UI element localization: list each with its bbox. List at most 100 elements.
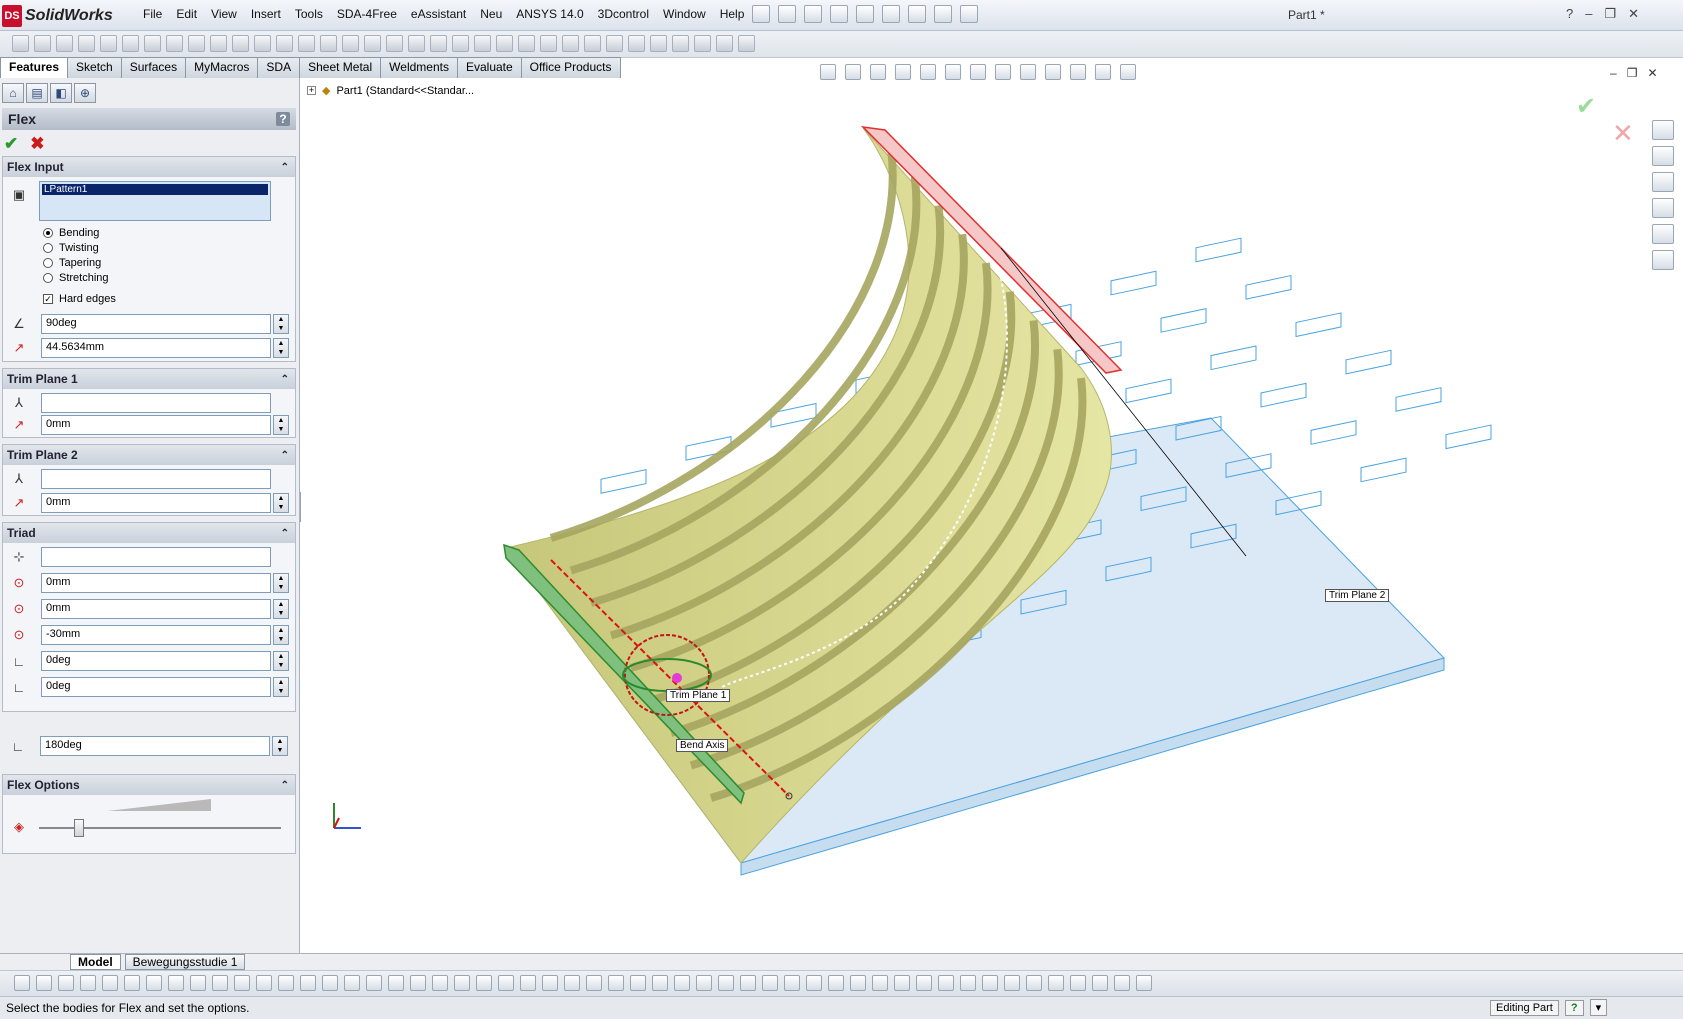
rebuild-icon[interactable] bbox=[908, 5, 926, 23]
camera-icon[interactable] bbox=[960, 5, 978, 23]
feature-tool-30-icon[interactable] bbox=[650, 35, 667, 52]
collapse-icon[interactable]: ⌃ bbox=[281, 374, 289, 385]
sketch-tool-44-icon[interactable] bbox=[960, 975, 976, 991]
collapse-icon[interactable]: ⌃ bbox=[281, 450, 289, 461]
angle-field[interactable]: 90deg bbox=[41, 314, 271, 334]
trim-plane-2-label[interactable]: Trim Plane 2 bbox=[1325, 589, 1390, 602]
dimxpert-tab-icon[interactable]: ⊕ bbox=[74, 83, 96, 103]
feature-tool-19-icon[interactable] bbox=[408, 35, 425, 52]
bend-axis-label[interactable]: Bend Axis bbox=[676, 739, 729, 752]
tab-motion-study[interactable]: Bewegungsstudie 1 bbox=[124, 954, 246, 970]
sketch-tool-26-icon[interactable] bbox=[564, 975, 580, 991]
radius-spinner[interactable]: ▲ ▼ bbox=[273, 338, 289, 358]
trim-plane-1-spinner[interactable]: ▲ ▼ bbox=[273, 415, 289, 435]
menu-view[interactable]: View bbox=[204, 7, 244, 21]
bodies-selection-box[interactable]: LPattern1 bbox=[39, 181, 271, 221]
menu-edit[interactable]: Edit bbox=[169, 7, 204, 21]
sketch-tool-25-icon[interactable] bbox=[542, 975, 558, 991]
triad-z-field[interactable]: -30mm bbox=[41, 625, 271, 645]
help-button[interactable]: ? bbox=[276, 112, 290, 126]
sketch-tool-14-icon[interactable] bbox=[300, 975, 316, 991]
flex-input-header[interactable]: Flex Input ⌃ bbox=[3, 157, 295, 177]
tab-sheet-metal[interactable]: Sheet Metal bbox=[299, 57, 382, 78]
sketch-tool-24-icon[interactable] bbox=[520, 975, 536, 991]
feature-tool-7-icon[interactable] bbox=[144, 35, 161, 52]
sketch-tool-18-icon[interactable] bbox=[388, 975, 404, 991]
feature-tool-8-icon[interactable] bbox=[166, 35, 183, 52]
sketch-tool-46-icon[interactable] bbox=[1004, 975, 1020, 991]
sketch-tool-23-icon[interactable] bbox=[498, 975, 514, 991]
menu-help[interactable]: Help bbox=[713, 7, 752, 21]
sketch-tool-1-icon[interactable] bbox=[14, 975, 30, 991]
tab-sketch[interactable]: Sketch bbox=[67, 57, 122, 78]
sketch-tool-51-icon[interactable] bbox=[1114, 975, 1130, 991]
triad-rot-z-field[interactable]: 180deg bbox=[40, 736, 270, 756]
sketch-tool-47-icon[interactable] bbox=[1026, 975, 1042, 991]
feature-tool-24-icon[interactable] bbox=[518, 35, 535, 52]
collapse-icon[interactable]: ⌃ bbox=[281, 528, 289, 539]
sketch-tool-19-icon[interactable] bbox=[410, 975, 426, 991]
tab-surfaces[interactable]: Surfaces bbox=[120, 57, 187, 78]
feature-tool-33-icon[interactable] bbox=[716, 35, 733, 52]
sketch-tool-52-icon[interactable] bbox=[1136, 975, 1152, 991]
triad-header[interactable]: Triad ⌃ bbox=[3, 523, 295, 543]
feature-tool-32-icon[interactable] bbox=[694, 35, 711, 52]
sketch-tool-38-icon[interactable] bbox=[828, 975, 844, 991]
feature-tool-25-icon[interactable] bbox=[540, 35, 557, 52]
feature-tool-20-icon[interactable] bbox=[430, 35, 447, 52]
sketch-tool-43-icon[interactable] bbox=[938, 975, 954, 991]
help-icon[interactable]: ? bbox=[1566, 6, 1573, 22]
stretching-radio[interactable]: Stretching bbox=[43, 272, 109, 284]
sketch-tool-4-icon[interactable] bbox=[80, 975, 96, 991]
menu-eassistant[interactable]: eAssistant bbox=[404, 7, 473, 21]
collapse-icon[interactable]: ⌃ bbox=[281, 780, 289, 791]
trim-plane-1-reference[interactable] bbox=[41, 393, 271, 413]
save-icon[interactable] bbox=[804, 5, 822, 23]
feature-tool-26-icon[interactable] bbox=[562, 35, 579, 52]
tab-features[interactable]: Features bbox=[0, 57, 69, 78]
sketch-tool-37-icon[interactable] bbox=[806, 975, 822, 991]
trim-plane-2-reference[interactable] bbox=[41, 469, 271, 489]
feature-tool-1-icon[interactable] bbox=[12, 35, 29, 52]
triad-rot-z-spinner[interactable]: ▲ ▼ bbox=[272, 736, 288, 756]
tab-model[interactable]: Model bbox=[70, 954, 121, 970]
feature-tool-34-icon[interactable] bbox=[738, 35, 755, 52]
triad-rot-x-field[interactable]: 0deg bbox=[41, 651, 271, 671]
feature-tool-2-icon[interactable] bbox=[34, 35, 51, 52]
sketch-tool-20-icon[interactable] bbox=[432, 975, 448, 991]
trim-plane-2-header[interactable]: Trim Plane 2 ⌃ bbox=[3, 445, 295, 465]
undo-icon[interactable] bbox=[856, 5, 874, 23]
feature-tool-3-icon[interactable] bbox=[56, 35, 73, 52]
feature-manager-tab-icon[interactable]: ⌂ bbox=[2, 83, 24, 103]
triad-rot-y-field[interactable]: 0deg bbox=[41, 677, 271, 697]
cancel-x-icon[interactable]: ✖ bbox=[30, 134, 44, 154]
sketch-tool-22-icon[interactable] bbox=[476, 975, 492, 991]
sketch-tool-30-icon[interactable] bbox=[652, 975, 668, 991]
flexed-part-model[interactable] bbox=[301, 78, 1683, 953]
feature-tool-4-icon[interactable] bbox=[78, 35, 95, 52]
select-icon[interactable] bbox=[882, 5, 900, 23]
sketch-tool-13-icon[interactable] bbox=[278, 975, 294, 991]
feature-tool-17-icon[interactable] bbox=[364, 35, 381, 52]
property-manager-tab-icon[interactable]: ▤ bbox=[26, 83, 48, 103]
sketch-tool-6-icon[interactable] bbox=[124, 975, 140, 991]
feature-tool-5-icon[interactable] bbox=[100, 35, 117, 52]
sketch-tool-40-icon[interactable] bbox=[872, 975, 888, 991]
menu-file[interactable]: File bbox=[136, 7, 169, 21]
triad-y-field[interactable]: 0mm bbox=[41, 599, 271, 619]
feature-tool-18-icon[interactable] bbox=[386, 35, 403, 52]
sketch-tool-31-icon[interactable] bbox=[674, 975, 690, 991]
tab-sda[interactable]: SDA bbox=[257, 57, 301, 78]
sketch-tool-21-icon[interactable] bbox=[454, 975, 470, 991]
restore-icon[interactable]: ❐ bbox=[1604, 6, 1616, 22]
menu-window[interactable]: Window bbox=[656, 7, 713, 21]
feature-tool-13-icon[interactable] bbox=[276, 35, 293, 52]
sketch-tool-34-icon[interactable] bbox=[740, 975, 756, 991]
sketch-tool-5-icon[interactable] bbox=[102, 975, 118, 991]
sketch-tool-45-icon[interactable] bbox=[982, 975, 998, 991]
menu-sda4free[interactable]: SDA-4Free bbox=[330, 7, 404, 21]
triad-x-field[interactable]: 0mm bbox=[41, 573, 271, 593]
options-icon[interactable] bbox=[934, 5, 952, 23]
sketch-tool-11-icon[interactable] bbox=[234, 975, 250, 991]
sketch-tool-15-icon[interactable] bbox=[322, 975, 338, 991]
